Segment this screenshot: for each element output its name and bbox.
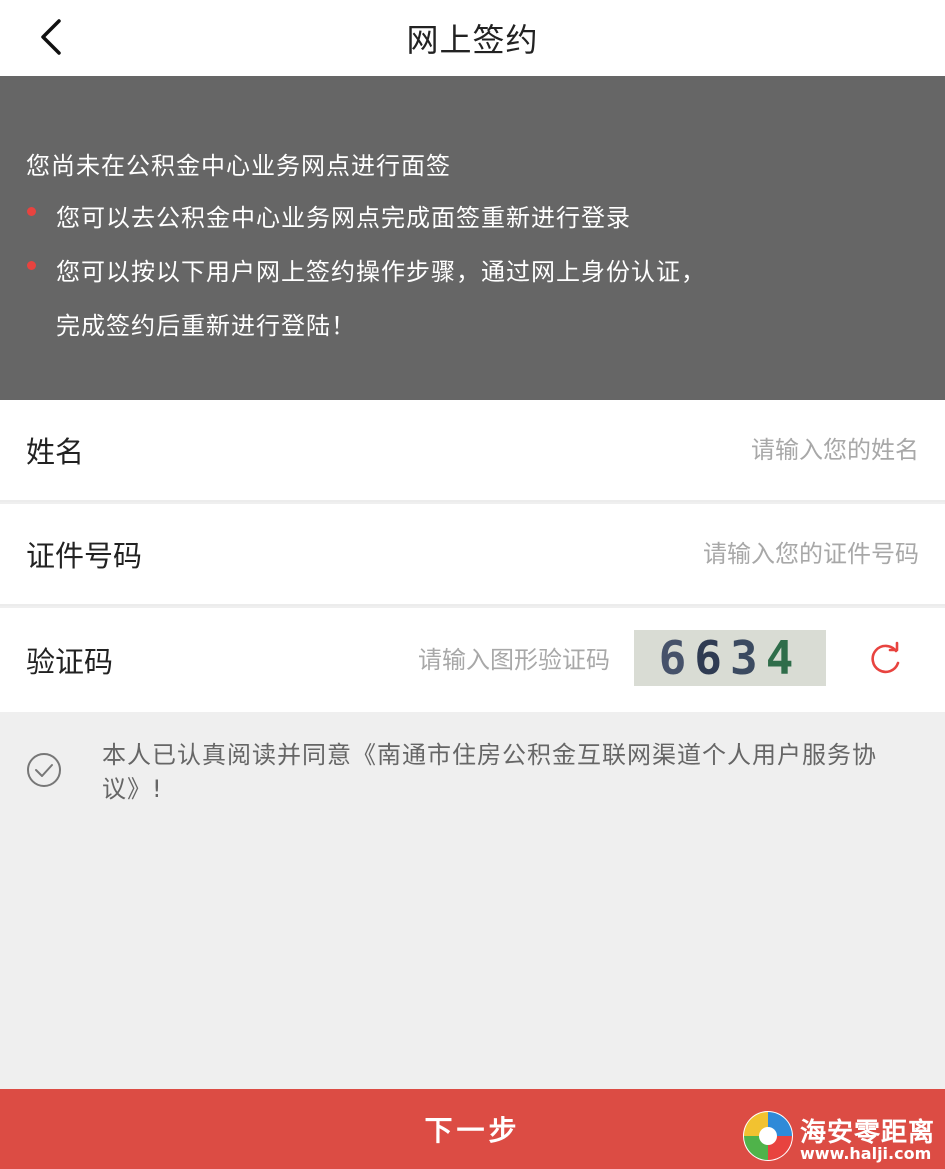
top-nav-bar: 网上签约 — [0, 0, 945, 76]
notice-bullet-continued: 完成签约后重新进行登陆！ — [56, 312, 356, 340]
id-number-label: 证件号码 — [26, 539, 143, 573]
captcha-label: 验证码 — [26, 645, 114, 679]
name-input[interactable] — [499, 436, 919, 464]
bullet-dot — [27, 207, 36, 216]
agreement-text[interactable]: 本人已认真阅读并同意《南通市住房公积金互联网渠道个人用户服务协议》! — [102, 738, 912, 806]
captcha-input[interactable] — [300, 646, 610, 674]
captcha-row: 验证码 6634 — [0, 608, 945, 712]
site-watermark: 海安零距离 www.halji.com — [740, 1108, 940, 1166]
name-label: 姓名 — [26, 435, 85, 469]
notice-panel: 您尚未在公积金中心业务网点进行面签 您可以去公积金中心业务网点完成面签重新进行登… — [0, 76, 945, 400]
bullet-dot — [27, 261, 36, 270]
captcha-image[interactable]: 6634 — [634, 630, 826, 686]
page-title: 网上签约 — [406, 21, 539, 59]
watermark-url: www.halji.com — [800, 1144, 932, 1163]
chevron-left-icon — [41, 19, 61, 55]
back-button[interactable] — [28, 14, 74, 60]
notice-line: 您尚未在公积金中心业务网点进行面签 — [26, 152, 451, 180]
notice-bullet: 您可以去公积金中心业务网点完成面签重新进行登录 — [56, 204, 631, 232]
id-number-row: 证件号码 — [0, 504, 945, 606]
refresh-icon[interactable] — [866, 641, 904, 679]
logo-icon — [743, 1111, 793, 1161]
captcha-digits: 6634 — [658, 631, 802, 685]
id-number-input[interactable] — [499, 540, 919, 568]
notice-bullet: 您可以按以下用户网上签约操作步骤，通过网上身份认证， — [56, 258, 706, 286]
check-circle-icon[interactable] — [26, 752, 62, 788]
name-row: 姓名 — [0, 400, 945, 502]
